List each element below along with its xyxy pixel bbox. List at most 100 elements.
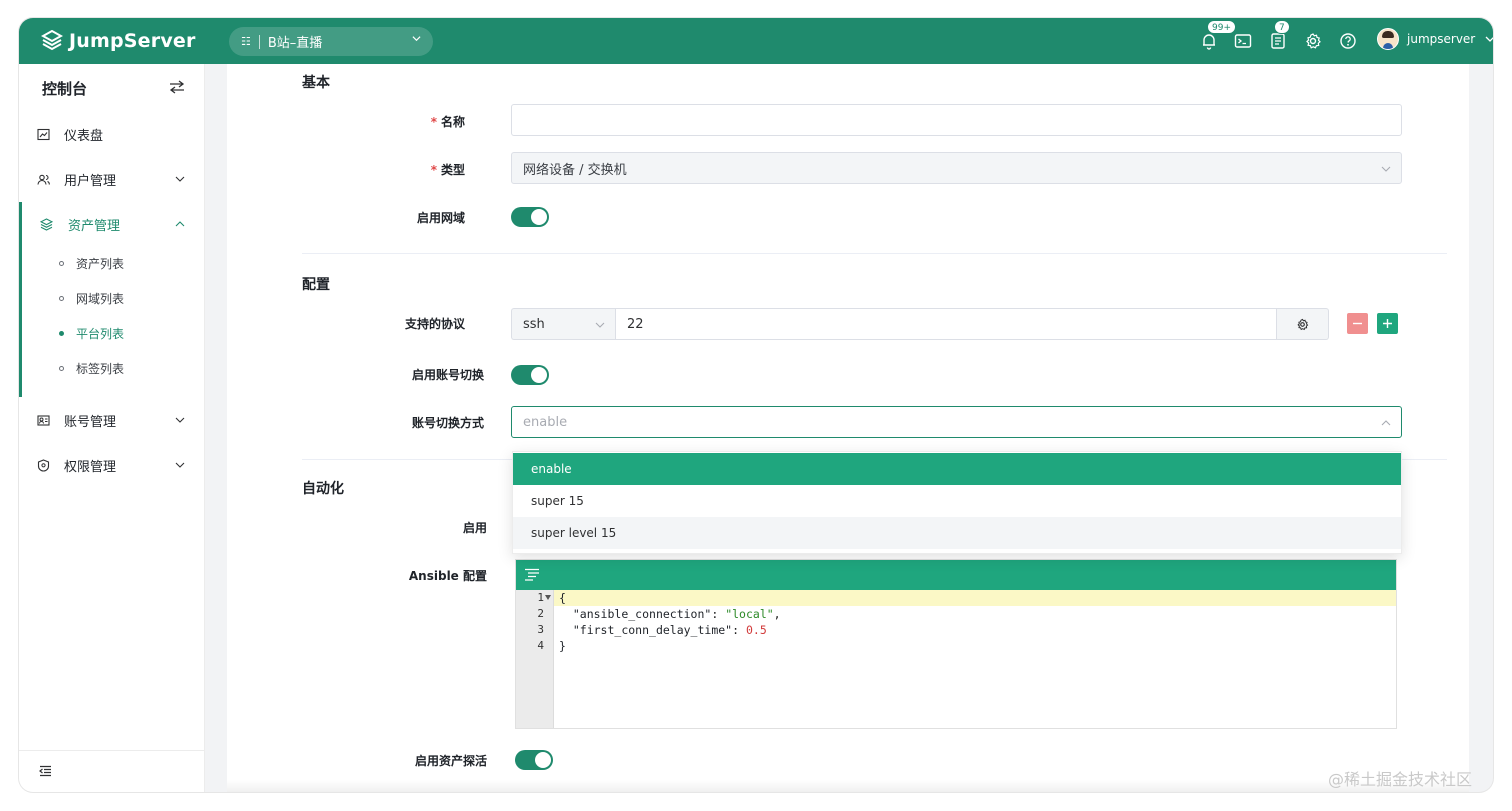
plus-icon — [1383, 319, 1392, 328]
line-number: 4 — [537, 639, 544, 652]
bullet — [59, 330, 64, 336]
section-title-basic: 基本 — [302, 75, 330, 91]
avatar — [1377, 28, 1399, 50]
remove-protocol-button[interactable] — [1347, 313, 1368, 334]
notification-badge: 99+ — [1207, 20, 1236, 34]
chevron-up-icon — [1381, 420, 1391, 426]
sidebar-item-assets[interactable]: 资产管理 — [19, 206, 205, 242]
su-method-label: 账号切换方式 — [411, 416, 484, 430]
chevron-down-icon — [1381, 166, 1391, 172]
app-window: JumpServer ☷ B站–直播 99+ 7 jumpserver 控制台 … — [19, 18, 1493, 792]
su-method-placeholder: enable — [523, 414, 568, 430]
ping-enabled-toggle[interactable] — [515, 750, 553, 770]
code-line: "first_conn_delay_time": 0.5 — [572, 623, 767, 637]
chevron-down-icon — [175, 176, 185, 182]
user-menu[interactable]: jumpserver — [1377, 28, 1493, 50]
active-line-highlight — [554, 590, 1396, 606]
type-select[interactable]: 网络设备 / 交换机 — [511, 152, 1402, 184]
editor-toolbar — [516, 560, 1396, 590]
protocol-value: ssh — [523, 316, 545, 332]
sidebar-subitem-domain-list[interactable]: 网域列表 — [19, 283, 205, 313]
dropdown-option-enable[interactable]: enable — [513, 453, 1401, 485]
chevron-down-icon — [595, 322, 605, 328]
chevron-down-icon — [175, 462, 185, 468]
su-method-dropdown: enable super 15 super level 15 — [512, 451, 1402, 554]
line-number: 3 — [537, 623, 544, 636]
main-form-panel: 基本 * 名称 * 类型 网络设备 / 交换机 启用网域 配置 支持的协议 ssh … — [227, 64, 1469, 792]
sidebar-item-label: 资产管理 — [68, 218, 121, 234]
settings-gear-icon[interactable] — [1304, 32, 1322, 50]
dropdown-option-super-15[interactable]: super 15 — [513, 485, 1401, 517]
section-title-automation: 自动化 — [302, 481, 344, 497]
sidebar-subitem-label: 标签列表 — [76, 361, 125, 376]
account-icon — [37, 414, 50, 426]
section-title-config: 配置 — [302, 277, 330, 293]
su-enabled-toggle[interactable] — [511, 365, 549, 385]
domain-enabled-toggle[interactable] — [511, 207, 549, 227]
sidebar-item-accounts[interactable]: 账号管理 — [19, 402, 205, 438]
code-line: } — [559, 639, 566, 653]
ticket-badge: 7 — [1274, 20, 1290, 34]
protocol-settings-button[interactable] — [1277, 308, 1329, 340]
su-method-select[interactable]: enable — [511, 406, 1402, 438]
minus-icon — [1353, 322, 1362, 325]
dashboard-icon — [37, 128, 50, 140]
name-label: * 名称 — [430, 115, 465, 129]
organization-label: B站–直播 — [267, 36, 323, 51]
org-tree-icon: ☷ — [241, 35, 251, 48]
chevron-up-icon — [175, 221, 185, 227]
protocol-label: 支持的协议 — [404, 317, 465, 331]
domain-label: 启用网域 — [416, 211, 465, 225]
help-icon[interactable] — [1339, 32, 1357, 50]
sidebar-subitem-label: 资产列表 — [76, 256, 125, 271]
line-number: 1 — [537, 591, 544, 604]
su-enabled-label: 启用账号切换 — [411, 368, 484, 382]
jumpserver-logo-icon — [41, 30, 63, 51]
sidebar-footer — [19, 750, 205, 792]
layers-icon — [40, 217, 53, 231]
sidebar-item-permissions[interactable]: 权限管理 — [19, 447, 205, 483]
type-label: * 类型 — [430, 163, 465, 177]
divider — [302, 253, 1447, 254]
port-input[interactable]: 22 — [615, 308, 1277, 340]
switch-view-icon[interactable] — [169, 80, 185, 94]
protocol-select[interactable]: ssh — [511, 308, 615, 340]
sidebar: 控制台 仪表盘 用户管理 资产管理 资产列表 网域列表 平台列表 标签列表 账号… — [19, 64, 205, 792]
sidebar-subitem-label-list[interactable]: 标签列表 — [19, 353, 205, 383]
ticket-list-icon[interactable] — [1269, 32, 1287, 50]
fold-arrow-icon[interactable] — [545, 595, 551, 600]
add-protocol-button[interactable] — [1377, 313, 1398, 334]
chevron-down-icon — [175, 417, 185, 423]
required-mark: * — [430, 163, 437, 177]
sidebar-item-dashboard[interactable]: 仪表盘 — [19, 116, 205, 152]
sidebar-title: 控制台 — [42, 80, 88, 98]
settings-gear-icon — [1297, 318, 1309, 331]
code-line: "ansible_connection": "local", — [572, 607, 781, 621]
bell-icon[interactable] — [1200, 32, 1218, 50]
sidebar-subitem-asset-list[interactable]: 资产列表 — [19, 248, 205, 278]
logo-text: JumpServer — [69, 30, 196, 52]
bottom-fade — [227, 780, 1469, 792]
chevron-down-icon — [1485, 36, 1493, 42]
ansible-code-editor[interactable]: 1 2 3 4 { "ansible_connection": "local",… — [515, 559, 1397, 729]
sidebar-item-label: 仪表盘 — [64, 128, 104, 144]
sidebar-item-label: 权限管理 — [64, 459, 117, 475]
logo[interactable]: JumpServer — [41, 28, 196, 54]
sidebar-item-label: 账号管理 — [64, 414, 117, 430]
terminal-icon[interactable] — [1234, 32, 1252, 50]
required-mark: * — [430, 115, 437, 129]
port-value: 22 — [627, 316, 644, 332]
sidebar-item-users[interactable]: 用户管理 — [19, 161, 205, 197]
organization-select[interactable]: ☷ B站–直播 — [229, 27, 433, 56]
bullet — [59, 260, 64, 266]
dropdown-option-super-level-15[interactable]: super level 15 — [513, 517, 1401, 549]
sidebar-item-label: 用户管理 — [64, 173, 117, 189]
collapse-sidebar-icon[interactable] — [39, 765, 52, 777]
sidebar-subitem-platform-list[interactable]: 平台列表 — [19, 318, 205, 348]
format-code-icon[interactable] — [524, 568, 540, 582]
users-icon — [37, 174, 50, 185]
name-input[interactable] — [511, 104, 1402, 136]
watermark: @稀土掘金技术社区 — [1328, 770, 1473, 789]
type-value: 网络设备 / 交换机 — [523, 162, 627, 178]
sidebar-subitem-label: 平台列表 — [76, 326, 125, 341]
